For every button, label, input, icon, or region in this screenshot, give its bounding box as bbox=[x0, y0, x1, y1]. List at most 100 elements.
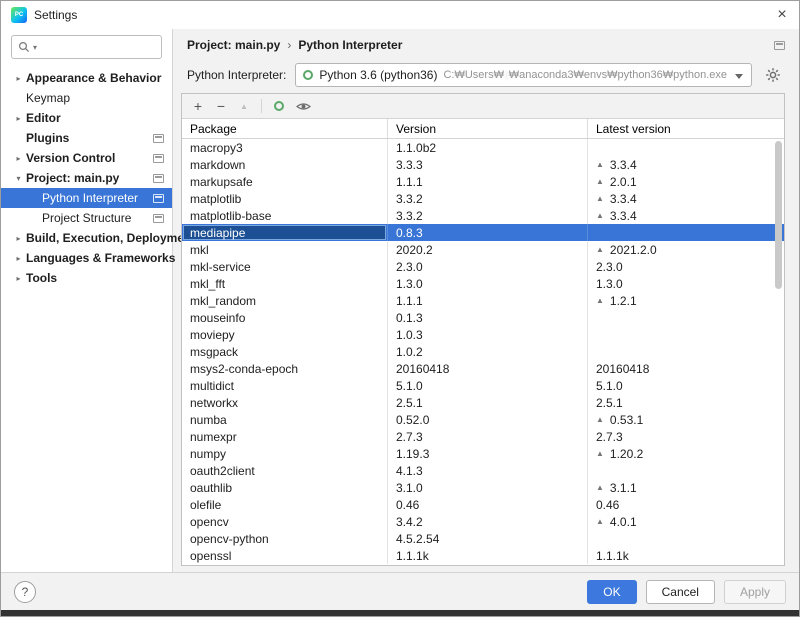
close-icon[interactable]: × bbox=[765, 1, 799, 29]
search-input[interactable] bbox=[40, 39, 155, 55]
version-value: 2.7.3 bbox=[396, 429, 423, 444]
chevron-right-icon[interactable]: ▸ bbox=[11, 254, 26, 263]
package-cell: mkl_random bbox=[182, 292, 387, 309]
table-row[interactable]: mouseinfo 0.1.3 bbox=[182, 309, 784, 326]
ok-button[interactable]: OK bbox=[587, 579, 637, 604]
package-cell: matplotlib-base bbox=[182, 207, 387, 224]
latest-version-cell: ▲ 3.3.4 bbox=[587, 156, 784, 173]
interpreter-select[interactable]: Python 3.6 (python36) C:₩Users₩ ₩anaconda… bbox=[295, 63, 752, 87]
version-value: 5.1.0 bbox=[396, 378, 423, 393]
version-cell: 1.19.3 bbox=[387, 445, 587, 462]
install-package-button[interactable]: + bbox=[192, 98, 204, 114]
interpreter-settings-button[interactable] bbox=[761, 63, 785, 87]
table-row[interactable]: moviepy 1.0.3 bbox=[182, 326, 784, 343]
sidebar-item-editor[interactable]: ▸ Editor bbox=[1, 108, 172, 128]
table-row[interactable]: opencv 3.4.2 ▲ 4.0.1 bbox=[182, 513, 784, 530]
latest-version-cell: ▲ 3.3.4 bbox=[587, 207, 784, 224]
chevron-right-icon[interactable]: ▸ bbox=[11, 234, 26, 243]
latest-version-value: 1.20.2 bbox=[609, 446, 644, 461]
table-row[interactable]: oauth2client 4.1.3 bbox=[182, 462, 784, 479]
version-cell: 20160418 bbox=[387, 360, 587, 377]
table-row[interactable]: numpy 1.19.3 ▲ 1.20.2 bbox=[182, 445, 784, 462]
sidebar-item-plugins[interactable]: Plugins bbox=[1, 128, 172, 148]
upgrade-package-button[interactable]: ▲ bbox=[238, 102, 250, 111]
column-header-version[interactable]: Version bbox=[387, 119, 587, 138]
column-header-package[interactable]: Package bbox=[182, 119, 387, 138]
conda-env-icon bbox=[303, 70, 314, 80]
table-row[interactable]: mediapipe 0.8.3 bbox=[182, 224, 784, 241]
version-value: 3.3.3 bbox=[396, 157, 423, 172]
sidebar-item-appearance-behavior[interactable]: ▸ Appearance & Behavior bbox=[1, 68, 172, 88]
sidebar-item-version-control[interactable]: ▸ Version Control bbox=[1, 148, 172, 168]
package-name: msys2-conda-epoch bbox=[190, 361, 299, 376]
chevron-right-icon[interactable]: ▸ bbox=[11, 154, 26, 163]
table-row[interactable]: matplotlib 3.3.2 ▲ 3.3.4 bbox=[182, 190, 784, 207]
sidebar-item-project-main-py[interactable]: ▾ Project: main.py bbox=[1, 168, 172, 188]
upgrade-arrow-icon: ▲ bbox=[596, 483, 604, 492]
chevron-right-icon[interactable]: ▸ bbox=[11, 74, 26, 83]
package-name: mediapipe bbox=[183, 225, 386, 240]
sidebar-item-keymap[interactable]: Keymap bbox=[1, 88, 172, 108]
table-row[interactable]: oauthlib 3.1.0 ▲ 3.1.1 bbox=[182, 479, 784, 496]
table-row[interactable]: openssl 1.1.1k 1.1.1k bbox=[182, 547, 784, 564]
upgrade-arrow-icon: ▲ bbox=[596, 211, 604, 220]
package-name: mkl-service bbox=[190, 259, 251, 274]
sidebar-item-tools[interactable]: ▸ Tools bbox=[1, 268, 172, 288]
apply-button[interactable]: Apply bbox=[723, 579, 786, 604]
uninstall-package-button[interactable]: − bbox=[215, 98, 227, 114]
table-scrollbar[interactable] bbox=[774, 140, 783, 564]
table-row[interactable]: mkl 2020.2 ▲ 2021.2.0 bbox=[182, 241, 784, 258]
conda-mode-button[interactable] bbox=[273, 101, 285, 111]
table-row[interactable]: matplotlib-base 3.3.2 ▲ 3.3.4 bbox=[182, 207, 784, 224]
package-name: msgpack bbox=[190, 344, 239, 359]
table-row[interactable]: mkl_random 1.1.1 ▲ 1.2.1 bbox=[182, 292, 784, 309]
table-row[interactable]: multidict 5.1.0 5.1.0 bbox=[182, 377, 784, 394]
sidebar-item-label: Languages & Frameworks bbox=[26, 251, 176, 265]
latest-version-cell: 20160418 bbox=[587, 360, 784, 377]
sidebar-item-label: Project Structure bbox=[42, 211, 132, 225]
sidebar-item-python-interpreter[interactable]: Python Interpreter bbox=[1, 188, 172, 208]
table-row[interactable]: msys2-conda-epoch 20160418 20160418 bbox=[182, 360, 784, 377]
search-options-caret-icon[interactable]: ▾ bbox=[33, 43, 37, 52]
table-row[interactable]: olefile 0.46 0.46 bbox=[182, 496, 784, 513]
latest-version-cell bbox=[587, 309, 784, 326]
sidebar-item-languages-frameworks[interactable]: ▸ Languages & Frameworks bbox=[1, 248, 176, 268]
settings-search[interactable]: ▾ bbox=[11, 35, 162, 59]
version-cell: 2020.2 bbox=[387, 241, 587, 258]
sidebar-item-project-structure[interactable]: Project Structure bbox=[1, 208, 172, 228]
column-header-latest-version[interactable]: Latest version bbox=[587, 119, 784, 138]
package-name: numba bbox=[190, 412, 227, 427]
table-row[interactable]: macropy3 1.1.0b2 bbox=[182, 139, 784, 156]
latest-version-cell: 5.1.0 bbox=[587, 377, 784, 394]
version-cell: 0.52.0 bbox=[387, 411, 587, 428]
package-name: oauth2client bbox=[190, 463, 255, 478]
version-cell: 1.0.2 bbox=[387, 343, 587, 360]
chevron-down-icon[interactable]: ▾ bbox=[11, 174, 26, 183]
show-early-releases-eye-button[interactable] bbox=[296, 101, 311, 112]
chevron-right-icon[interactable]: ▸ bbox=[11, 274, 26, 283]
table-row[interactable]: networkx 2.5.1 2.5.1 bbox=[182, 394, 784, 411]
table-row[interactable]: markdown 3.3.3 ▲ 3.3.4 bbox=[182, 156, 784, 173]
settings-tree: ▸ Appearance & Behavior Keymap ▸ Editor Plugi… bbox=[1, 68, 195, 288]
sidebar-item-build-execution-deployment[interactable]: ▸ Build, Execution, Deployment bbox=[1, 228, 195, 248]
help-button[interactable]: ? bbox=[14, 580, 36, 603]
table-row[interactable]: msgpack 1.0.2 bbox=[182, 343, 784, 360]
table-row[interactable]: mkl-service 2.3.0 2.3.0 bbox=[182, 258, 784, 275]
latest-version-cell bbox=[587, 326, 784, 343]
table-row[interactable]: mkl_fft 1.3.0 1.3.0 bbox=[182, 275, 784, 292]
package-cell: markupsafe bbox=[182, 173, 387, 190]
latest-version-cell: ▲ 2.0.1 bbox=[587, 173, 784, 190]
version-value: 2020.2 bbox=[396, 242, 433, 257]
version-value: 3.4.2 bbox=[396, 514, 423, 529]
version-value: 3.3.2 bbox=[396, 208, 423, 223]
scrollbar-thumb[interactable] bbox=[775, 141, 782, 289]
breadcrumb-project[interactable]: Project: main.py bbox=[187, 38, 280, 52]
package-cell: oauth2client bbox=[182, 462, 387, 479]
chevron-right-icon[interactable]: ▸ bbox=[11, 114, 26, 123]
package-name: matplotlib bbox=[190, 191, 242, 206]
table-row[interactable]: opencv-python 4.5.2.54 bbox=[182, 530, 784, 547]
table-row[interactable]: markupsafe 1.1.1 ▲ 2.0.1 bbox=[182, 173, 784, 190]
table-row[interactable]: numba 0.52.0 ▲ 0.53.1 bbox=[182, 411, 784, 428]
table-row[interactable]: numexpr 2.7.3 2.7.3 bbox=[182, 428, 784, 445]
cancel-button[interactable]: Cancel bbox=[645, 579, 715, 604]
